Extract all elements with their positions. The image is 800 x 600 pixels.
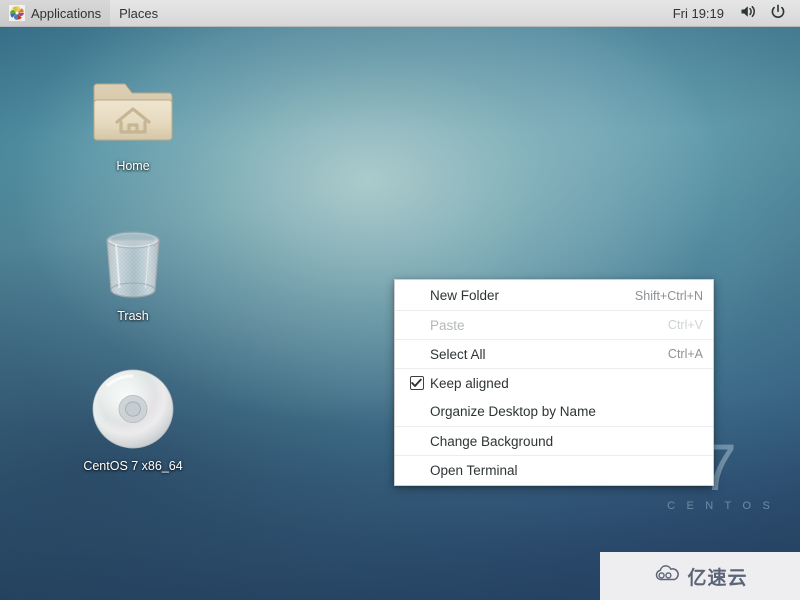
power-icon	[770, 3, 786, 23]
clock-button[interactable]: Fri 19:19	[665, 0, 732, 26]
menu-item-accelerator: Shift+Ctrl+N	[634, 288, 703, 303]
desktop-icon-cdrom[interactable]: CentOS 7 x86_64	[78, 362, 188, 475]
menu-item-keep-aligned[interactable]: Keep aligned	[395, 368, 713, 397]
menu-item-label: Select All	[430, 346, 486, 362]
applications-menu-button[interactable]: Applications	[0, 0, 111, 26]
desktop-context-menu[interactable]: New Folder Shift+Ctrl+N Paste Ctrl+V Sel…	[394, 279, 714, 486]
desktop-icon-label: Home	[116, 159, 150, 173]
menu-item-open-terminal[interactable]: Open Terminal	[395, 455, 713, 484]
places-menu-button[interactable]: Places	[110, 0, 167, 26]
volume-button[interactable]	[734, 0, 762, 26]
menu-item-organize-desktop-by-name[interactable]: Organize Desktop by Name	[395, 397, 713, 426]
top-panel: Applications Places Fri 19:19	[0, 0, 800, 27]
overlay-watermark: 亿速云	[600, 552, 800, 600]
menu-item-paste: Paste Ctrl+V	[395, 310, 713, 339]
checkbox-slot	[407, 376, 426, 390]
menu-item-new-folder[interactable]: New Folder Shift+Ctrl+N	[395, 281, 713, 310]
menu-item-accelerator: Ctrl+V	[667, 318, 703, 332]
menu-item-select-all[interactable]: Select All Ctrl+A	[395, 339, 713, 368]
applications-menu-label: Applications	[31, 5, 102, 21]
optical-disc-icon	[78, 362, 188, 454]
home-folder-icon	[78, 62, 188, 154]
desktop-icon-label: Trash	[117, 309, 149, 323]
checkmark-icon[interactable]	[409, 376, 424, 390]
watermark-text: 亿速云	[687, 567, 748, 589]
menu-item-label: Paste	[430, 317, 465, 333]
menu-item-label: Organize Desktop by Name	[430, 404, 596, 419]
menu-item-label: New Folder	[430, 288, 500, 303]
menu-item-label: Keep aligned	[430, 375, 509, 391]
speaker-volume-icon	[740, 4, 757, 22]
system-power-button[interactable]	[764, 0, 792, 26]
menu-item-accelerator: Ctrl+A	[667, 347, 703, 361]
desktop-icon-home[interactable]: Home	[78, 62, 188, 175]
desktop-icon-label: CentOS 7 x86_64	[83, 459, 183, 473]
menu-item-label: Open Terminal	[430, 462, 518, 478]
cloud-logo-icon	[652, 564, 682, 589]
desktop-icon-trash[interactable]: Trash	[78, 212, 188, 325]
clock-label: Fri 19:19	[672, 5, 724, 21]
panel-right-group: Fri 19:19	[665, 0, 800, 26]
menu-item-label: Change Background	[430, 433, 554, 449]
menu-item-change-background[interactable]: Change Background	[395, 426, 713, 455]
trash-bin-icon	[78, 212, 188, 304]
desktop-root[interactable]: Applications Places Fri 19:19 Home Trash…	[0, 0, 800, 600]
pinwheel-icon	[9, 5, 25, 21]
panel-left-group: Applications Places	[0, 0, 167, 26]
places-menu-label: Places	[119, 5, 159, 21]
